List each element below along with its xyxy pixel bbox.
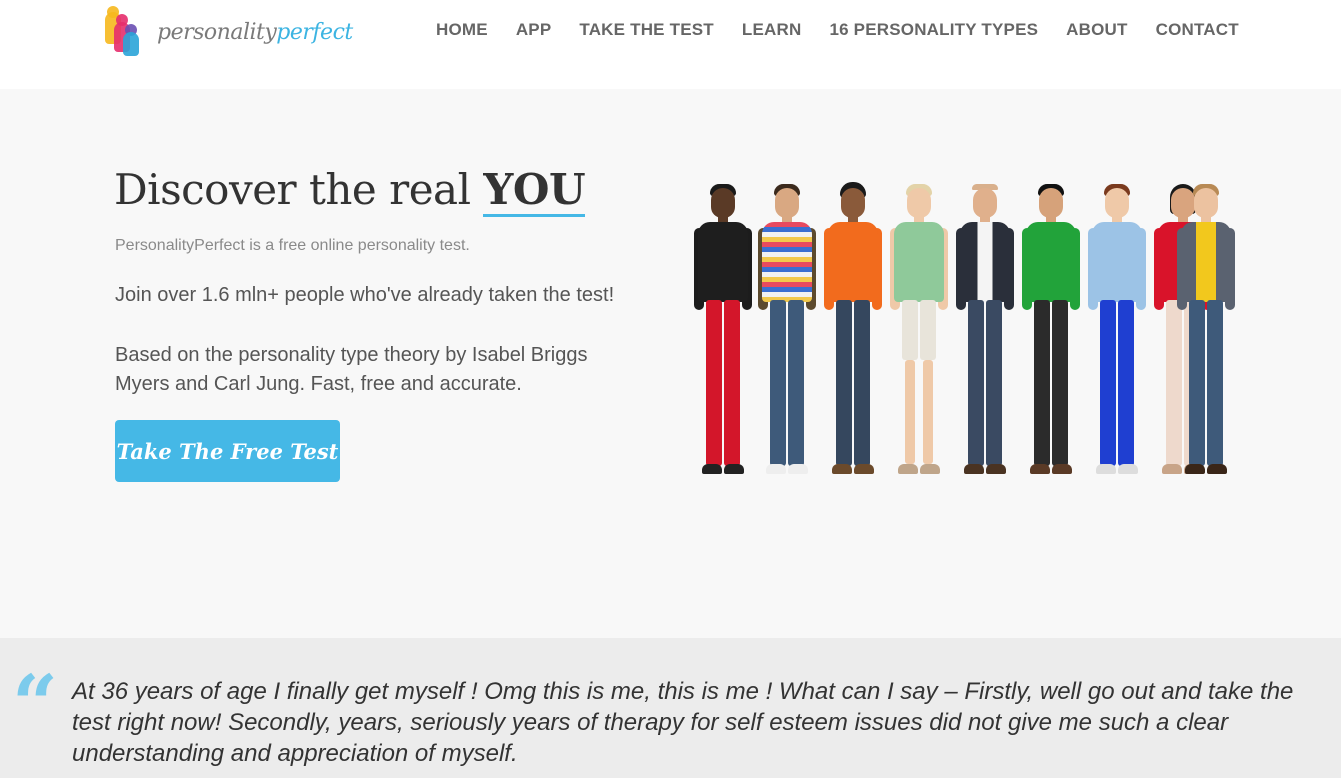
logo-wordmark: personalityperfect — [157, 20, 353, 45]
person-figure — [1088, 184, 1146, 484]
site-header: personalityperfect HOME APP TAKE THE TES… — [0, 0, 1341, 89]
nav-take-the-test[interactable]: TAKE THE TEST — [579, 20, 714, 40]
nav-app[interactable]: APP — [516, 20, 552, 40]
nav-learn[interactable]: LEARN — [742, 20, 802, 40]
people-group-image-end — [1177, 184, 1247, 484]
hero-join-text: Join over 1.6 mln+ people who've already… — [115, 284, 615, 306]
take-free-test-button[interactable]: Take The Free Test — [115, 420, 340, 482]
person-figure — [890, 184, 948, 484]
person-figure — [758, 184, 816, 484]
hero-title-emphasis: YOU — [483, 165, 586, 217]
logo-people-icon — [105, 6, 147, 58]
nav-about[interactable]: ABOUT — [1066, 20, 1127, 40]
hero-section: Discover the real YOU PersonalityPerfect… — [0, 89, 1341, 638]
person-figure — [694, 184, 752, 484]
person-figure — [1177, 184, 1235, 484]
quote-mark-icon: “ — [12, 657, 59, 751]
people-group-image — [692, 182, 1242, 484]
nav-home[interactable]: HOME — [436, 20, 488, 40]
testimonial-text: At 36 years of age I finally get myself … — [72, 678, 1294, 767]
main-nav: HOME APP TAKE THE TEST LEARN 16 PERSONAL… — [436, 20, 1239, 40]
site-logo[interactable]: personalityperfect — [105, 6, 353, 58]
logo-word-perfect: perfect — [276, 19, 353, 45]
person-figure — [1022, 184, 1080, 484]
person-figure — [824, 182, 882, 484]
testimonial-section: “ At 36 years of age I finally get mysel… — [0, 638, 1341, 778]
logo-word-personality: personality — [157, 19, 277, 45]
nav-contact[interactable]: CONTACT — [1156, 20, 1239, 40]
nav-16-personality-types[interactable]: 16 PERSONALITY TYPES — [829, 20, 1038, 40]
hero-title: Discover the real YOU — [114, 165, 586, 217]
hero-based-text: Based on the personality type theory by … — [115, 344, 588, 395]
person-figure — [956, 184, 1014, 484]
hero-subtitle: PersonalityPerfect is a free online pers… — [115, 237, 470, 254]
hero-title-prefix: Discover the real — [114, 165, 484, 214]
